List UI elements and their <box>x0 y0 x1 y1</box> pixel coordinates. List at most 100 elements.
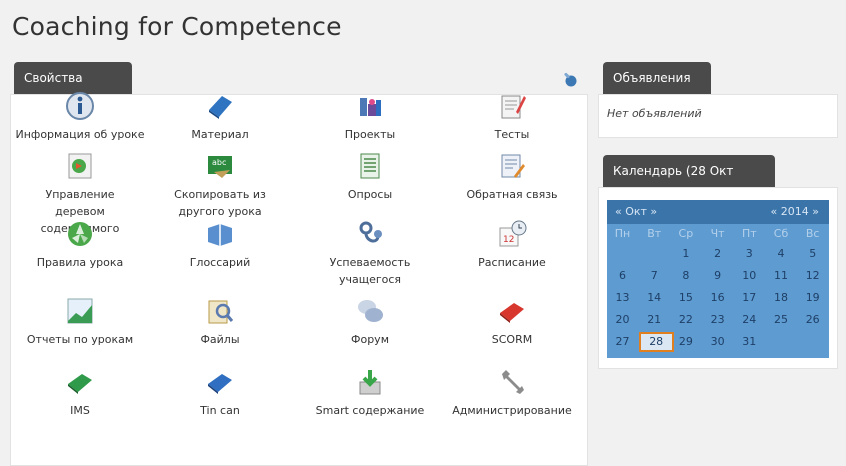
content-tree-icon <box>68 153 92 179</box>
tile-feedback[interactable]: Обратная связь <box>442 150 582 203</box>
day-header: Вс <box>805 227 820 240</box>
tile-label: Успеваемость учащегося <box>329 256 411 286</box>
calendar-day[interactable]: 26 <box>797 310 828 330</box>
calendar-week: 12345 <box>607 244 829 264</box>
calendar-day[interactable]: 30 <box>702 332 733 352</box>
tile-book[interactable]: Материал <box>150 90 290 143</box>
calendar-day[interactable]: 12 <box>797 266 828 286</box>
tile-label: Проекты <box>344 128 396 141</box>
calendar-day[interactable]: 31 <box>734 332 765 352</box>
calendar-day[interactable]: 4 <box>766 244 797 264</box>
page-title: Coaching for Competence <box>12 12 342 41</box>
tile-forum[interactable]: Форум <box>300 295 440 348</box>
calendar-widget: « Окт » « 2014 » Пн Вт Ср Чт Пт Сб Вс 1 2 3 4 5 6 7 8 9… <box>607 200 829 358</box>
tile-info[interactable]: Информация об уроке <box>10 90 150 143</box>
tile-label: Администрирование <box>452 404 572 417</box>
calendar-day[interactable]: 21 <box>639 310 670 330</box>
calendar-day[interactable]: 29 <box>670 332 701 352</box>
svg-text:abc: abc <box>212 158 226 167</box>
calendar-day[interactable]: 27 <box>607 332 638 352</box>
day-header: Пт <box>741 227 757 240</box>
calendar-day[interactable]: 5 <box>797 244 828 264</box>
surveys-icon <box>360 153 380 179</box>
calendar-week: 13 14 15 16 17 18 19 <box>607 288 829 308</box>
calendar-panel: « Окт » « 2014 » Пн Вт Ср Чт Пт Сб Вс 1 2 3 4 5 6 7 8 9… <box>598 187 838 369</box>
announcements-tab[interactable]: Объявления <box>603 62 711 94</box>
calendar-day[interactable]: 1 <box>670 244 701 264</box>
glossary-icon <box>208 224 232 246</box>
calendar-day[interactable]: 6 <box>607 266 638 286</box>
tile-reports[interactable]: Отчеты по урокам <box>10 295 150 348</box>
tile-label: IMS <box>70 404 90 417</box>
tile-label: Обратная связь <box>466 188 558 201</box>
day-header: Вт <box>647 227 662 240</box>
tile-files[interactable]: Файлы <box>150 295 290 348</box>
tile-label: Материал <box>191 128 249 141</box>
calendar-day[interactable]: 17 <box>734 288 765 308</box>
calendar-day[interactable]: 23 <box>702 310 733 330</box>
calendar-day[interactable]: 18 <box>766 288 797 308</box>
projects-icon <box>360 98 381 116</box>
forum-icon <box>358 300 383 322</box>
tincan-icon <box>208 374 232 394</box>
tile-scorm[interactable]: SCORM <box>442 295 582 348</box>
reports-icon <box>67 298 93 324</box>
calendar-tab[interactable]: Календарь (28 Окт 2014) <box>603 155 775 210</box>
calendar-week: 20 21 22 23 24 25 26 <box>607 310 829 330</box>
feedback-icon <box>501 154 525 178</box>
tile-tests[interactable]: Тесты <box>442 90 582 143</box>
tile-label: Глоссарий <box>189 256 251 269</box>
tile-surveys[interactable]: Опросы <box>300 150 440 203</box>
tile-label: Тесты <box>494 128 530 141</box>
calendar-year-nav[interactable]: « 2014 » <box>771 205 819 218</box>
day-header: Чт <box>710 227 725 240</box>
calendar-day[interactable]: 16 <box>702 288 733 308</box>
tile-schedule[interactable]: 12 Расписание <box>442 218 582 271</box>
calendar-day[interactable]: 7 <box>639 266 670 286</box>
calendar-day-today[interactable]: 28 <box>638 332 674 352</box>
tile-rules[interactable]: Правила урока <box>10 218 150 271</box>
copy-lesson-icon: abc <box>208 156 232 178</box>
files-icon <box>208 300 234 324</box>
day-header: Пн <box>614 227 631 240</box>
tile-tincan[interactable]: Tin can <box>150 366 290 419</box>
calendar-day[interactable]: 10 <box>734 266 765 286</box>
calendar-day[interactable]: 13 <box>607 288 638 308</box>
calendar-day-headers: Пн Вт Ср Чт Пт Сб Вс <box>607 224 829 244</box>
pin-icon[interactable] <box>562 72 578 88</box>
day-header: Сб <box>773 227 789 240</box>
tile-label: Расписание <box>478 256 546 269</box>
calendar-day[interactable]: 11 <box>766 266 797 286</box>
tests-icon <box>501 95 526 119</box>
calendar-day[interactable]: 2 <box>702 244 733 264</box>
no-announcements-text: Нет объявлений <box>607 107 702 120</box>
tile-label: SCORM <box>491 333 533 346</box>
smart-content-icon <box>359 370 381 395</box>
tile-label: Файлы <box>200 333 240 346</box>
tile-glossary[interactable]: Глоссарий <box>150 218 290 271</box>
admin-icon <box>502 370 524 394</box>
info-icon <box>66 92 94 120</box>
ims-icon <box>68 374 92 394</box>
calendar-day[interactable]: 8 <box>670 266 701 286</box>
calendar-day[interactable]: 25 <box>766 310 797 330</box>
calendar-day[interactable]: 20 <box>607 310 638 330</box>
calendar-month-nav[interactable]: « Окт » <box>615 205 657 218</box>
tile-copy-lesson[interactable]: abc Скопировать из другого урока <box>150 150 290 220</box>
progress-icon <box>359 221 382 243</box>
calendar-day[interactable]: 3 <box>734 244 765 264</box>
tile-projects[interactable]: Проекты <box>300 90 440 143</box>
tile-progress[interactable]: Успеваемость учащегося <box>300 218 440 288</box>
announcements-panel: Нет объявлений <box>598 94 838 138</box>
calendar-day[interactable]: 19 <box>797 288 828 308</box>
tile-admin[interactable]: Администрирование <box>442 366 582 419</box>
calendar-day[interactable]: 24 <box>734 310 765 330</box>
calendar-day[interactable]: 14 <box>639 288 670 308</box>
tile-label: Форум <box>351 333 389 346</box>
calendar-day[interactable]: 22 <box>670 310 701 330</box>
tile-label: Tin can <box>200 404 240 417</box>
calendar-day[interactable]: 15 <box>670 288 701 308</box>
tile-ims[interactable]: IMS <box>10 366 150 419</box>
tile-smart-content[interactable]: Smart содержание <box>300 366 440 419</box>
calendar-day[interactable]: 9 <box>702 266 733 286</box>
